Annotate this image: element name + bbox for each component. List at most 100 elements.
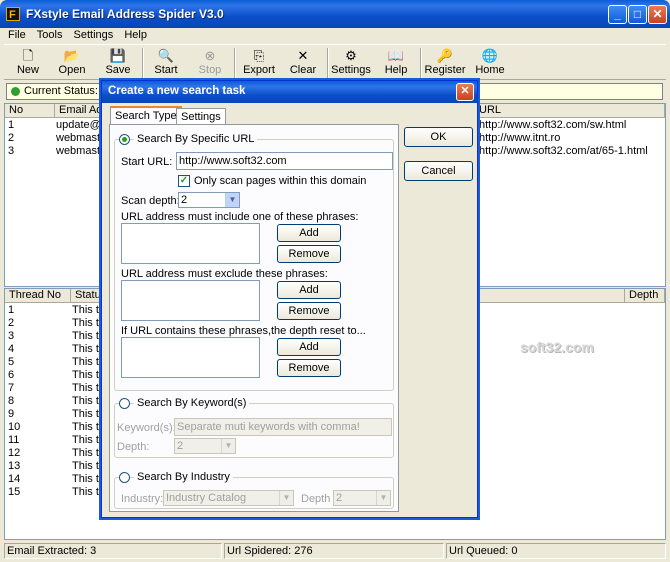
exclude-phrases-list[interactable]	[121, 280, 260, 321]
email-row-address[interactable]: webmaste	[56, 132, 106, 145]
keyword-depth-label: Depth:	[117, 441, 150, 453]
include-add-button[interactable]: Add	[277, 224, 341, 242]
chevron-down-icon: ▼	[221, 439, 235, 453]
include-remove-button[interactable]: Remove	[277, 245, 341, 263]
save-button[interactable]: 💾 Save	[96, 47, 140, 79]
thread-row-no[interactable]: 9	[8, 408, 14, 421]
start-button[interactable]: 🔍 Start	[144, 47, 188, 79]
export-button[interactable]: ⎘ Export	[237, 47, 281, 79]
depth-reset-label: If URL contains these phrases,the depth …	[121, 325, 366, 337]
column-header-no[interactable]: No	[5, 104, 55, 118]
register-button[interactable]: 🔑 Register	[423, 47, 467, 79]
menu-file[interactable]: File	[4, 28, 30, 42]
reset-remove-button[interactable]: Remove	[277, 359, 341, 377]
open-folder-icon: 📂	[63, 48, 81, 63]
email-row-address[interactable]: update@s	[56, 119, 106, 132]
email-row-address[interactable]: webmaste	[56, 145, 106, 158]
reset-add-button[interactable]: Add	[277, 338, 341, 356]
by-url-radio[interactable]	[119, 134, 130, 145]
email-row-url[interactable]: http://www.soft32.com/at/65-1.html	[479, 145, 648, 158]
thread-row-no[interactable]: 10	[8, 421, 20, 434]
thread-row-no[interactable]: 5	[8, 356, 14, 369]
start-url-label: Start URL:	[121, 156, 173, 168]
register-key-icon: 🔑	[436, 48, 454, 63]
column-header-thread-no[interactable]: Thread No	[5, 289, 71, 303]
keywords-input[interactable]: Separate muti keywords with comma!	[174, 418, 392, 436]
stop-button[interactable]: ⊗ Stop	[188, 47, 232, 79]
email-row-url[interactable]: http://www.itnt.ro	[479, 132, 560, 145]
exclude-phrases-label: URL address must exclude these phrases:	[121, 268, 328, 280]
depth-reset-phrases-list[interactable]	[121, 337, 260, 378]
menu-tools[interactable]: Tools	[33, 28, 67, 42]
by-keyword-radio[interactable]	[119, 398, 130, 409]
tab-search-type[interactable]: Search Type	[110, 106, 182, 126]
export-icon: ⎘	[253, 48, 265, 63]
column-header-url[interactable]: URL	[475, 104, 665, 118]
menu-settings[interactable]: Settings	[70, 28, 118, 42]
email-row-no[interactable]: 1	[8, 119, 14, 132]
search-type-panel: Search By Specific URL Start URL: http:/…	[109, 124, 399, 512]
thread-row-no[interactable]: 7	[8, 382, 14, 395]
exclude-add-button[interactable]: Add	[277, 281, 341, 299]
watermark-text: soft32.com	[520, 339, 594, 355]
dialog-title-bar: Create a new search task ✕	[102, 81, 477, 103]
thread-row-no[interactable]: 3	[8, 330, 14, 343]
industry-value: Industry Catalog	[166, 492, 247, 504]
thread-row-no[interactable]: 4	[8, 343, 14, 356]
only-domain-checkbox[interactable]: ✓	[178, 175, 190, 187]
only-domain-label: Only scan pages within this domain	[194, 175, 367, 187]
clear-x-icon: ✕	[297, 48, 309, 63]
urls-spidered-count: Url Spidered: 276	[224, 543, 444, 559]
thread-row-no[interactable]: 2	[8, 317, 14, 330]
scan-depth-select[interactable]: 2 ▼	[178, 192, 240, 208]
cancel-button[interactable]: Cancel	[404, 161, 473, 181]
email-row-url[interactable]: http://www.soft32.com/sw.html	[479, 119, 626, 132]
thread-row-no[interactable]: 15	[8, 486, 20, 499]
menu-bar: File Tools Settings Help	[4, 28, 666, 44]
industry-depth-label: Depth	[301, 493, 331, 505]
help-button[interactable]: 📖 Help	[374, 47, 418, 79]
email-row-no[interactable]: 3	[8, 145, 14, 158]
chevron-down-icon: ▼	[279, 491, 293, 505]
industry-depth-select[interactable]: 2 ▼	[333, 490, 391, 506]
menu-help[interactable]: Help	[120, 28, 151, 42]
email-row-no[interactable]: 2	[8, 132, 14, 145]
settings-button[interactable]: ⚙ Settings	[329, 47, 373, 79]
thread-row-no[interactable]: 1	[8, 304, 14, 317]
home-globe-icon: 🌐	[481, 48, 499, 63]
chevron-down-icon: ▼	[376, 491, 390, 505]
home-button[interactable]: 🌐 Home	[468, 47, 512, 79]
thread-row-no[interactable]: 8	[8, 395, 14, 408]
thread-row-no[interactable]: 6	[8, 369, 14, 382]
open-button[interactable]: 📂 Open	[50, 47, 94, 79]
close-button[interactable]: ✕	[648, 5, 667, 24]
new-file-icon: 🗋	[22, 48, 34, 63]
emails-extracted-count: Email Extracted: 3	[4, 543, 222, 559]
industry-depth-value: 2	[336, 492, 343, 504]
keywords-label: Keyword(s):	[117, 422, 176, 434]
thread-row-no[interactable]: 12	[8, 447, 20, 460]
dialog-close-icon[interactable]: ✕	[456, 83, 474, 101]
toolbar: 🗋 New 📂 Open 💾 Save 🔍 Start ⊗ Stop ⎘ Export ✕ C…	[4, 44, 666, 80]
keyword-depth-select[interactable]: 2 ▼	[174, 438, 236, 454]
new-button[interactable]: 🗋 New	[6, 47, 50, 79]
column-header-depth[interactable]: Depth	[625, 289, 665, 303]
industry-select[interactable]: Industry Catalog ▼	[163, 490, 294, 506]
minimize-button[interactable]: _	[608, 5, 627, 24]
exclude-remove-button[interactable]: Remove	[277, 302, 341, 320]
toolbar-separator	[234, 48, 236, 78]
by-industry-radio[interactable]	[119, 472, 130, 483]
include-phrases-list[interactable]	[121, 223, 260, 264]
clear-button[interactable]: ✕ Clear	[281, 47, 325, 79]
thread-row-no[interactable]: 11	[8, 434, 19, 447]
save-disk-icon: 💾	[109, 48, 127, 63]
bottom-status-bar: Email Extracted: 3 Url Spidered: 276 Url…	[4, 543, 666, 559]
maximize-button[interactable]: □	[628, 5, 647, 24]
ok-button[interactable]: OK	[404, 127, 473, 147]
include-phrases-label: URL address must include one of these ph…	[121, 211, 359, 223]
thread-row-no[interactable]: 13	[8, 460, 20, 473]
start-url-input[interactable]: http://www.soft32.com	[176, 152, 393, 170]
window-title: FXstyle Email Address Spider V3.0	[26, 7, 224, 21]
main-title-bar: F FXstyle Email Address Spider V3.0 _ □ …	[0, 0, 670, 28]
thread-row-no[interactable]: 14	[8, 473, 20, 486]
